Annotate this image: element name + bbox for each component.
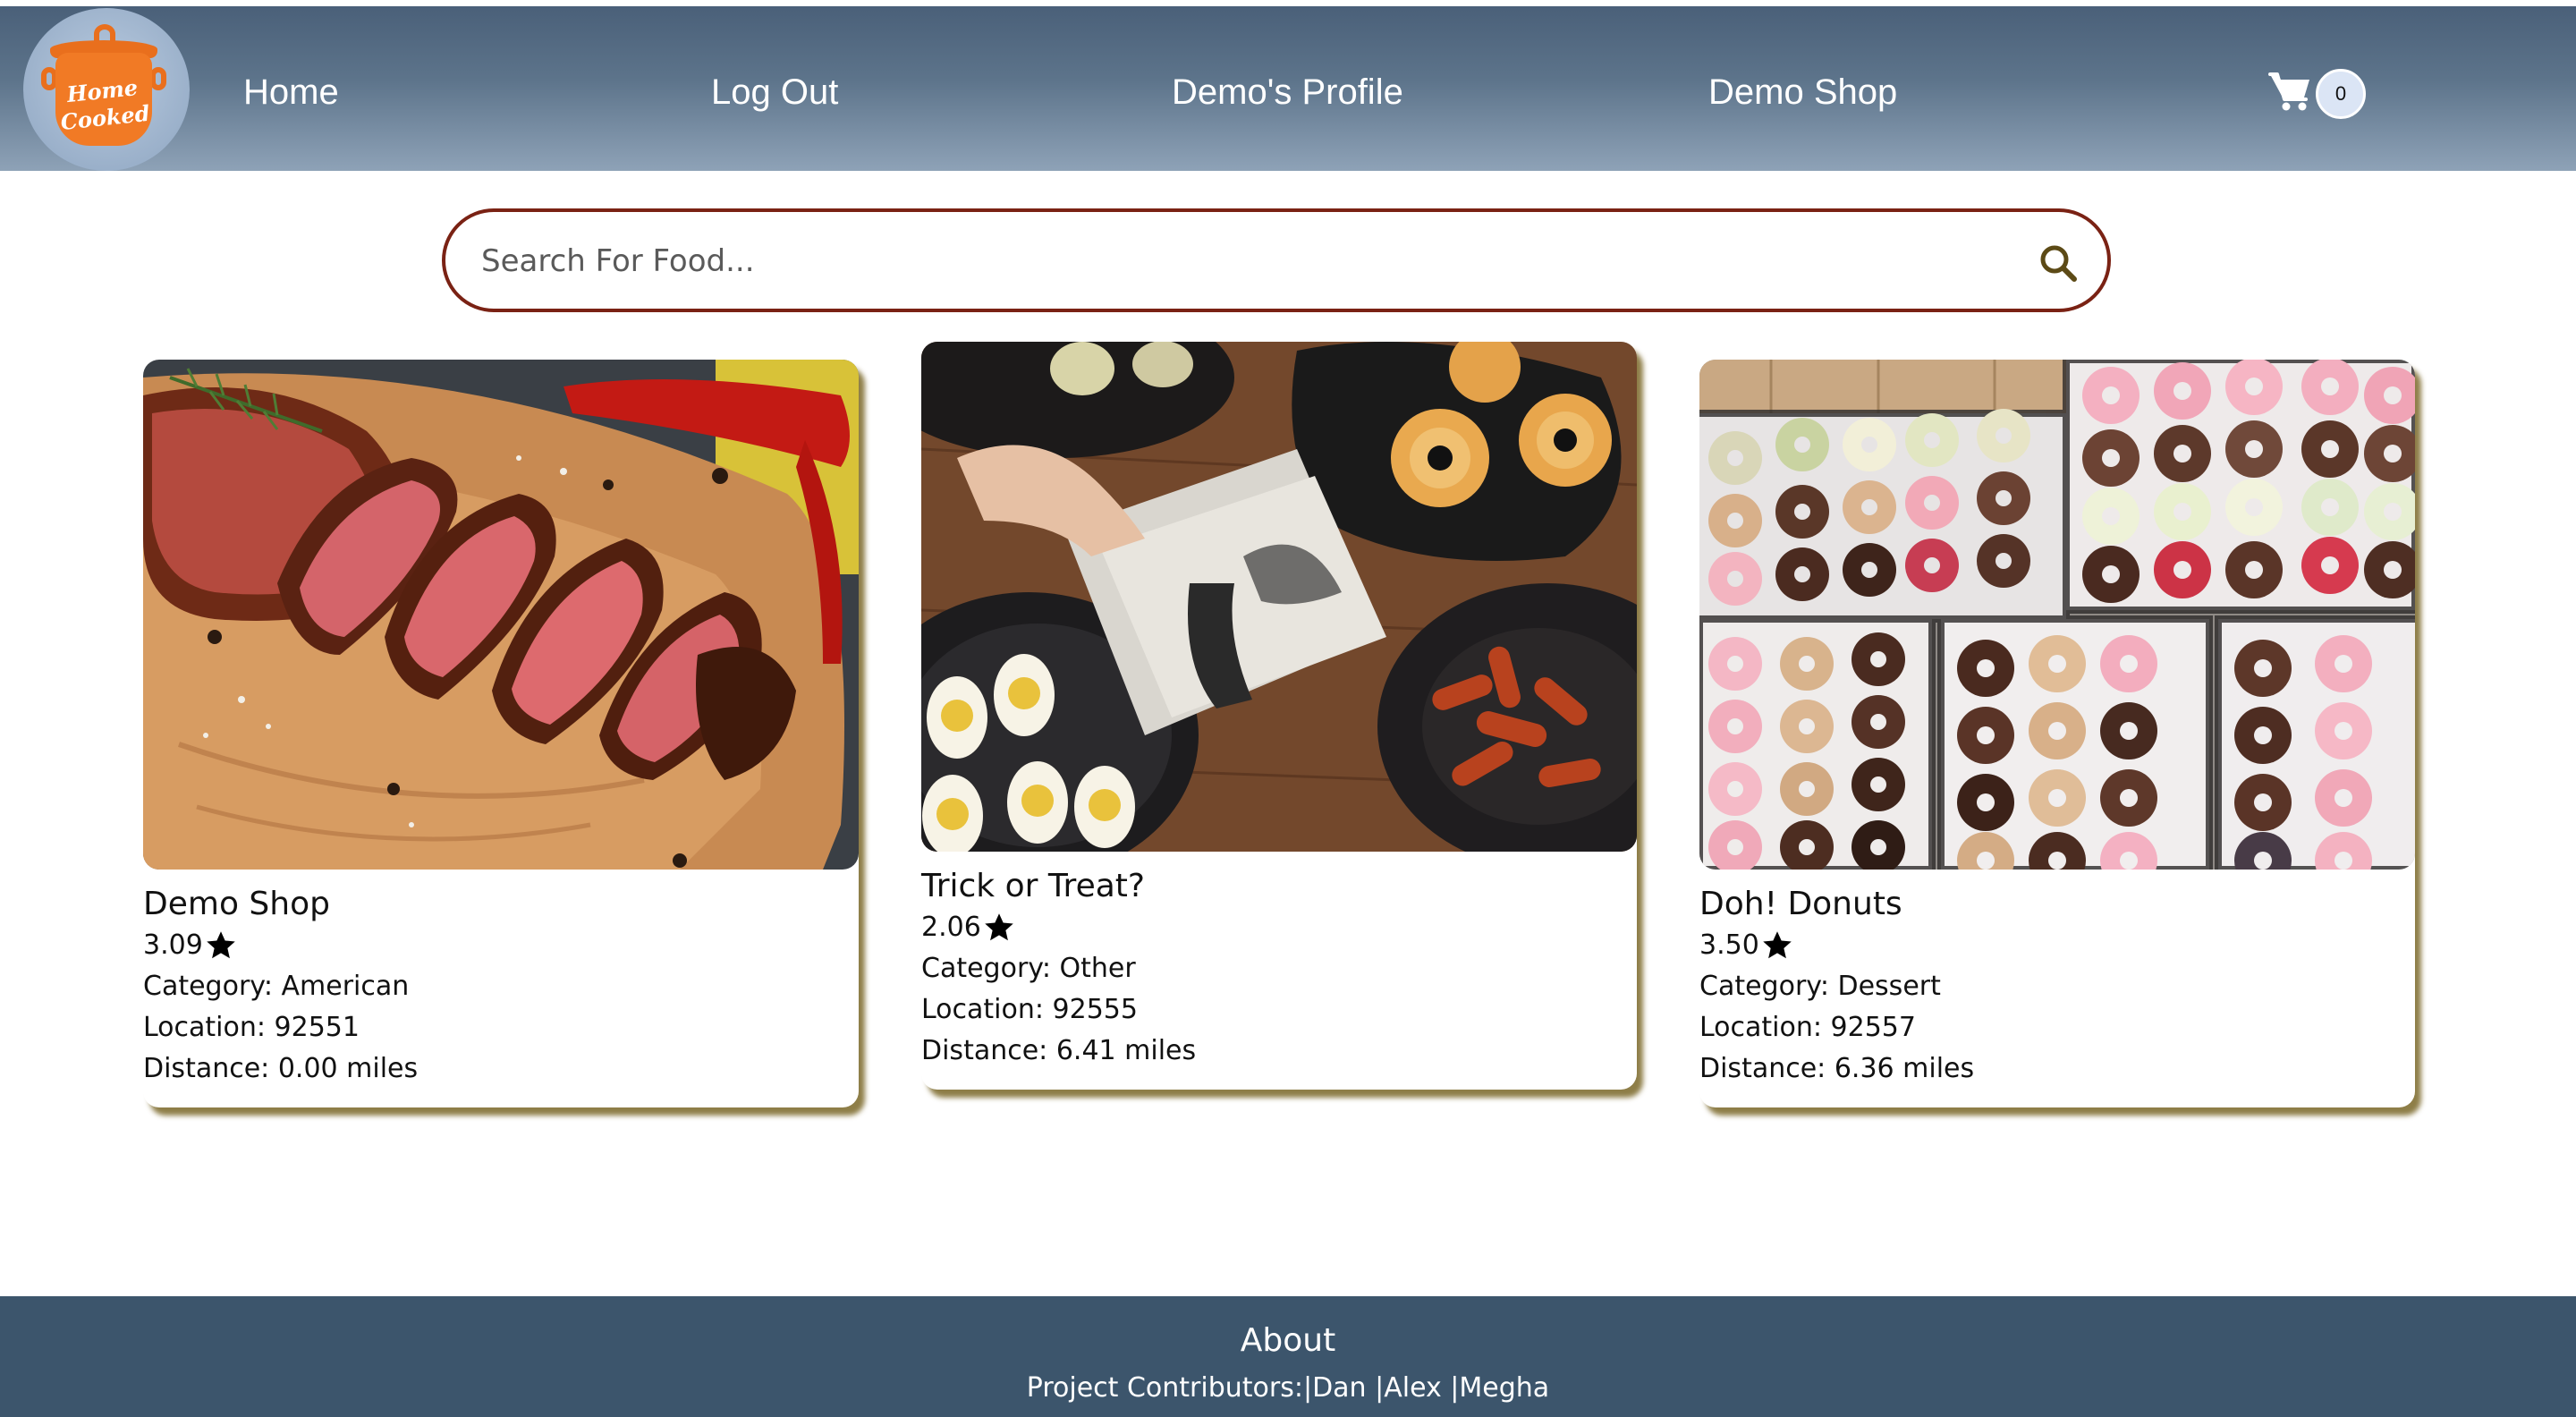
star-icon <box>207 931 235 959</box>
shop-rating: 2.06 <box>921 907 1637 948</box>
shop-card[interactable]: Trick or Treat? 2.06 Category: Other Loc… <box>921 342 1637 1090</box>
search-icon[interactable] <box>2039 244 2077 282</box>
rating-value: 3.09 <box>143 929 203 961</box>
shop-location: Location: 92551 <box>143 1012 360 1043</box>
footer-contributors: Project Contributors:|Dan |Alex |Megha <box>1026 1372 1550 1404</box>
shop-category: Category: American <box>143 971 410 1002</box>
rating-value: 2.06 <box>921 912 981 943</box>
star-icon <box>1763 931 1792 959</box>
shop-card-info: Trick or Treat? 2.06 Category: Other Loc… <box>921 866 1637 1072</box>
search-bar <box>442 208 2111 312</box>
nav-link-home[interactable]: Home <box>243 67 339 117</box>
shop-image-steak[interactable] <box>143 360 859 870</box>
nav-link-log-out[interactable]: Log Out <box>711 67 838 117</box>
shop-distance: Distance: 6.41 miles <box>921 1035 1197 1066</box>
footer-about-heading[interactable]: About <box>0 1316 2576 1366</box>
shop-card-info: Doh! Donuts 3.50 Category: Dessert Locat… <box>1699 884 2415 1090</box>
star-icon <box>985 913 1013 941</box>
rating-value: 3.50 <box>1699 929 1759 961</box>
nav-link-profile[interactable]: Demo's Profile <box>1172 67 1403 117</box>
navbar: Home Cooked Home Log Out Demo's Profile … <box>0 6 2576 171</box>
logo-text: Home Cooked <box>53 73 155 137</box>
shop-card[interactable]: Doh! Donuts 3.50 Category: Dessert Locat… <box>1699 360 2415 1107</box>
donuts-image <box>1699 360 2415 870</box>
search-input[interactable] <box>481 233 2002 289</box>
shop-name[interactable]: Demo Shop <box>143 884 859 925</box>
shopping-cart-icon[interactable] <box>2268 71 2313 112</box>
shop-rating: 3.50 <box>1699 925 2415 966</box>
nav-link-shop[interactable]: Demo Shop <box>1708 67 1897 117</box>
footer: About Project Contributors:|Dan |Alex |M… <box>0 1296 2576 1417</box>
pot-handle-right <box>150 67 166 90</box>
shop-category: Category: Dessert <box>1699 971 1941 1002</box>
shop-name[interactable]: Trick or Treat? <box>921 866 1637 907</box>
shop-category: Category: Other <box>921 953 1136 984</box>
shop-image-halloween-food[interactable] <box>921 342 1637 852</box>
shop-rating: 3.09 <box>143 925 859 966</box>
shop-distance: Distance: 0.00 miles <box>143 1053 419 1084</box>
shop-name[interactable]: Doh! Donuts <box>1699 884 2415 925</box>
halloween-food-image <box>921 342 1637 852</box>
cart-count-badge[interactable]: 0 <box>2316 69 2366 119</box>
shop-card-info: Demo Shop 3.09 Category: American Locati… <box>143 884 859 1090</box>
shop-card[interactable]: Demo Shop 3.09 Category: American Locati… <box>143 360 859 1107</box>
steak-image <box>143 360 859 870</box>
shop-location: Location: 92557 <box>1699 1012 1916 1043</box>
shop-distance: Distance: 6.36 miles <box>1699 1053 1975 1084</box>
shop-image-donuts[interactable] <box>1699 360 2415 870</box>
home-cooked-logo[interactable]: Home Cooked <box>23 8 190 171</box>
shop-location: Location: 92555 <box>921 994 1138 1025</box>
